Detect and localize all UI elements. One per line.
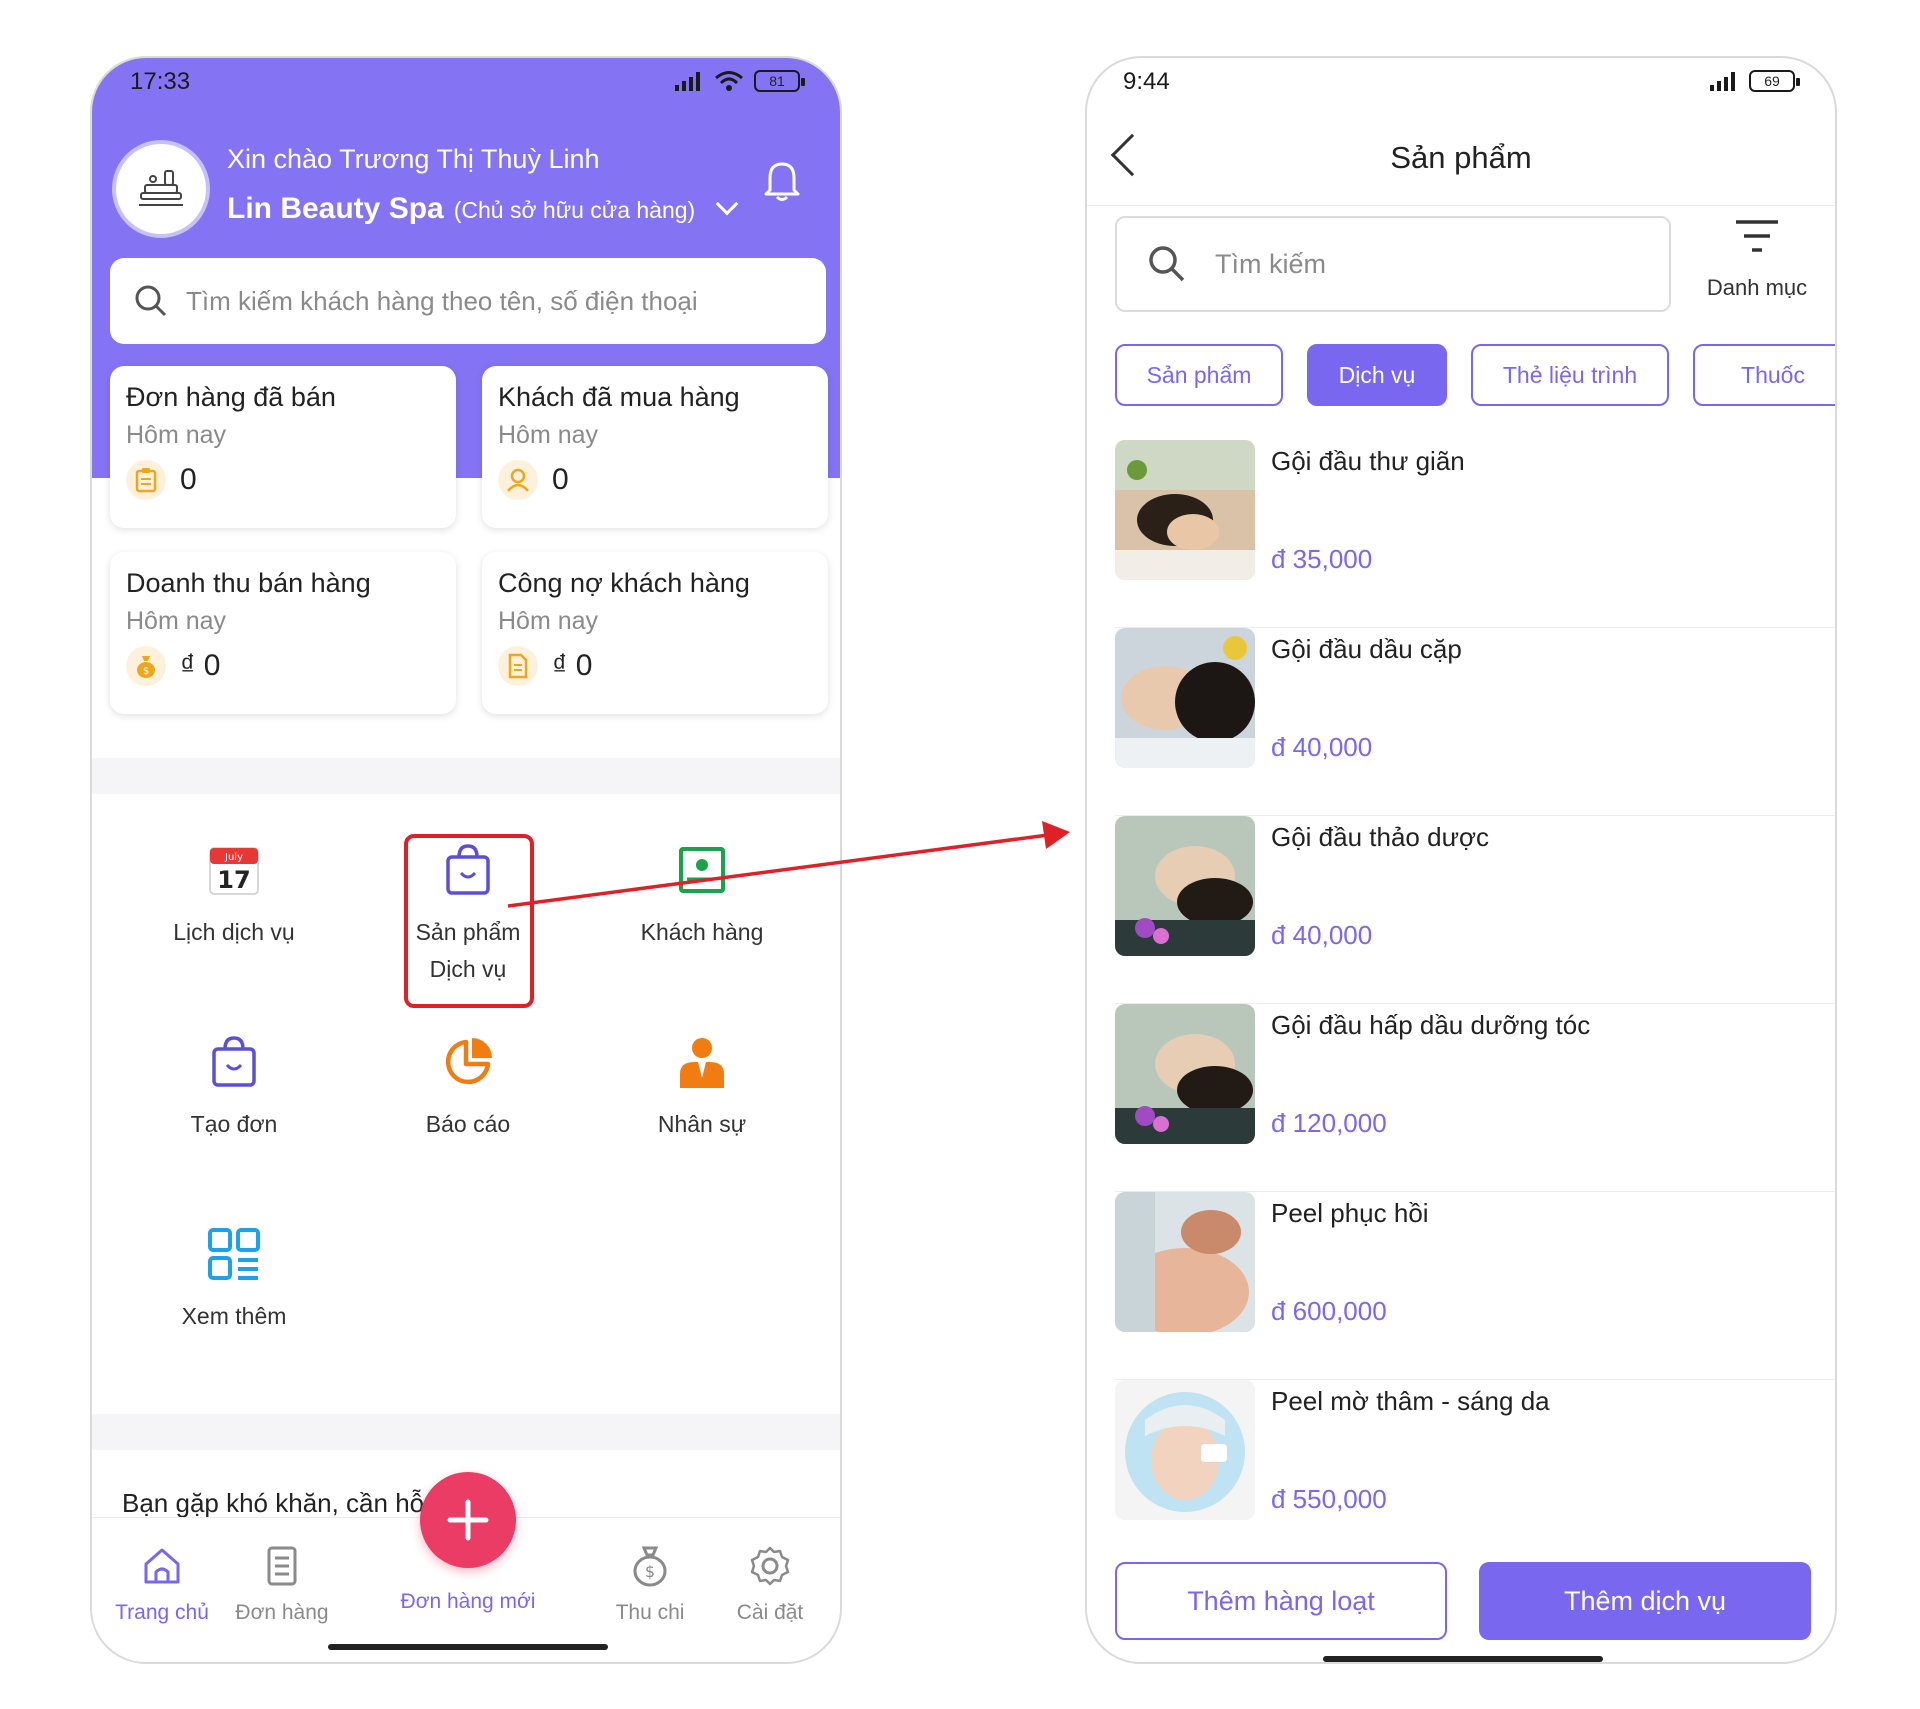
filter-label: Danh mục	[1706, 275, 1808, 300]
product-image	[1115, 1004, 1255, 1144]
chip-medicine[interactable]: Thuốc	[1693, 344, 1835, 406]
category-chips: Sản phẩm Dịch vụ Thẻ liệu trình Thuốc	[1115, 344, 1835, 408]
product-list: Gội đầu thư giãn đ 35,000 Gội đầu dầu cặ…	[1115, 440, 1835, 1568]
product-name: Gội đầu dầu cặp	[1271, 634, 1462, 664]
product-name: Gội đầu thư giãn	[1271, 446, 1465, 476]
product-row[interactable]: Gội đầu thảo dược đ 40,000	[1115, 816, 1835, 1004]
product-image	[1115, 440, 1255, 580]
product-image	[1115, 1380, 1255, 1520]
product-price: đ 600,000	[1271, 1296, 1387, 1326]
product-name: Gội đầu thảo dược	[1271, 822, 1490, 852]
product-search-input[interactable]: Tìm kiếm	[1115, 216, 1671, 312]
chip-treatment-cards[interactable]: Thẻ liệu trình	[1471, 344, 1669, 406]
signal-icon	[1710, 72, 1735, 91]
product-row[interactable]: Peel mờ thâm - sáng da đ 550,000	[1115, 1380, 1835, 1568]
bulk-add-button[interactable]: Thêm hàng loạt	[1115, 1562, 1447, 1640]
product-price: đ 40,000	[1271, 732, 1373, 762]
chip-products[interactable]: Sản phẩm	[1115, 344, 1283, 406]
product-image	[1115, 1192, 1255, 1332]
status-time: 9:44	[1123, 68, 1170, 95]
product-image	[1115, 628, 1255, 768]
product-row[interactable]: Gội đầu hấp dầu dưỡng tóc đ 120,000	[1115, 1004, 1835, 1192]
search-icon	[1149, 246, 1185, 282]
home-indicator	[1323, 1656, 1603, 1662]
battery-icon: 69	[1749, 70, 1800, 92]
page-title: Sản phẩm	[1390, 140, 1532, 175]
battery-level: 69	[1764, 73, 1780, 89]
add-service-button[interactable]: Thêm dịch vụ	[1479, 1562, 1811, 1640]
product-image	[1115, 816, 1255, 956]
action-footer: Thêm hàng loạt Thêm dịch vụ	[1087, 1542, 1835, 1662]
product-row[interactable]: Gội đầu dầu cặp đ 40,000	[1115, 628, 1835, 816]
search-placeholder: Tìm kiếm	[1215, 248, 1326, 279]
product-price: đ 120,000	[1271, 1108, 1387, 1138]
product-price: đ 35,000	[1271, 544, 1373, 574]
product-row[interactable]: Gội đầu thư giãn đ 35,000	[1115, 440, 1835, 628]
product-row[interactable]: Peel phục hồi đ 600,000	[1115, 1192, 1835, 1380]
product-name: Gội đầu hấp dầu dưỡng tóc	[1271, 1010, 1591, 1040]
chip-services[interactable]: Dịch vụ	[1307, 344, 1447, 406]
product-price: đ 40,000	[1271, 920, 1373, 950]
product-price: đ 550,000	[1271, 1484, 1387, 1514]
products-screen: 9:44 69 Sản phẩm Tìm kiếm Danh mục Sản p…	[1085, 56, 1837, 1664]
product-name: Peel mờ thâm - sáng da	[1271, 1386, 1550, 1416]
screen-header: Sản phẩm	[1087, 114, 1835, 206]
category-filter-button[interactable]: Danh mục	[1697, 216, 1817, 301]
product-name: Peel phục hồi	[1271, 1198, 1429, 1228]
filter-icon	[1736, 220, 1778, 252]
